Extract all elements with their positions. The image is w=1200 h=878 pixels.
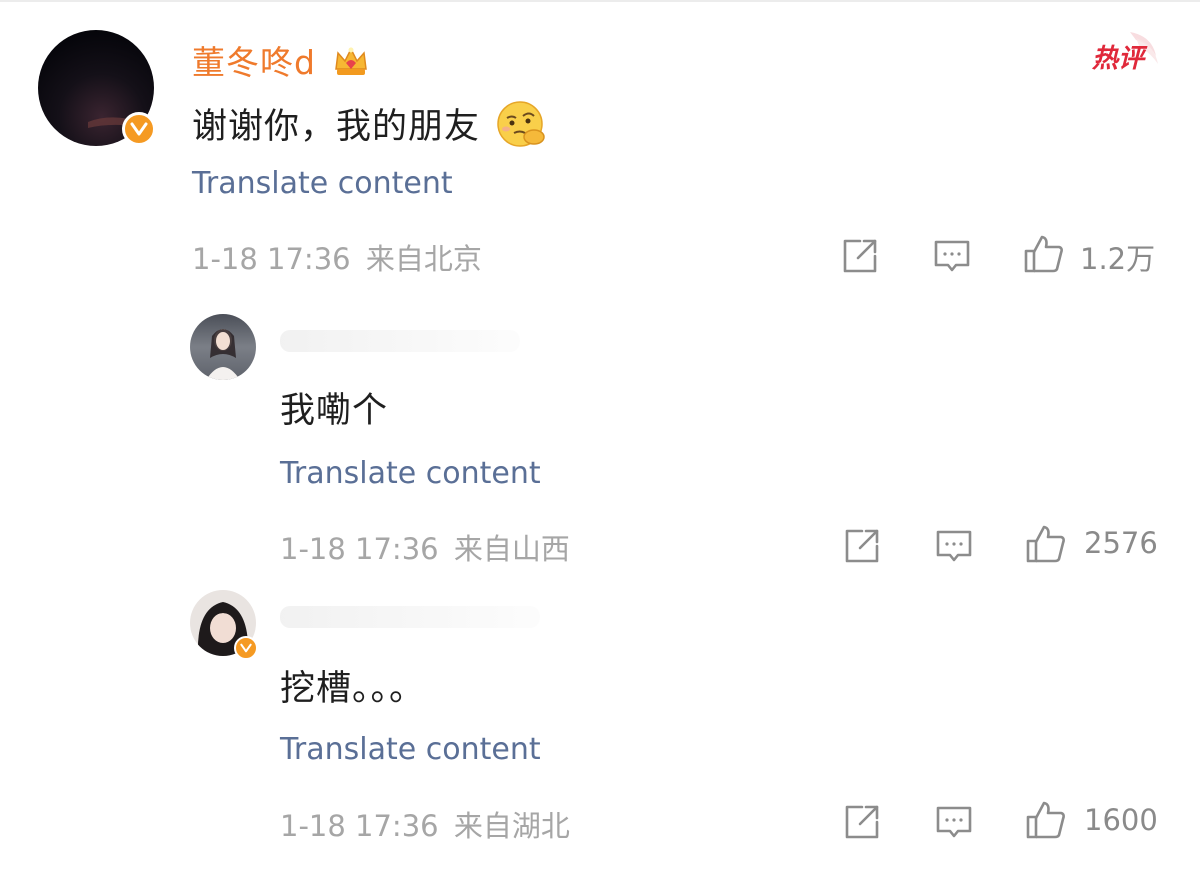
- avatar-image: [190, 314, 256, 380]
- share-icon[interactable]: [840, 800, 884, 844]
- comment-meta: 1-18 17:36 来自山西: [280, 526, 570, 568]
- like-count: 1600: [1084, 803, 1158, 837]
- crown-icon: [331, 41, 371, 89]
- like-count: 2576: [1084, 526, 1158, 560]
- translate-link[interactable]: Translate content: [280, 732, 541, 767]
- reply-text: 挖槽。。。: [280, 669, 426, 709]
- like-icon[interactable]: [1024, 798, 1068, 842]
- reply-username-blurred: [280, 330, 520, 352]
- comment-time: 1-18 17:36: [280, 532, 439, 566]
- avatar-scene: [206, 329, 240, 380]
- comment-time: 1-18 17:36: [192, 242, 351, 276]
- like-icon[interactable]: [1022, 232, 1066, 276]
- comment-icon[interactable]: [932, 800, 976, 844]
- comment-location: 来自湖北: [453, 809, 570, 843]
- top-divider: [0, 0, 1200, 2]
- reply-avatar[interactable]: [190, 590, 258, 660]
- share-icon[interactable]: [838, 234, 882, 278]
- comment-icon[interactable]: [932, 524, 976, 568]
- comment-meta: 1-18 17:36 来自北京: [192, 236, 482, 278]
- comment-time: 1-18 17:36: [280, 809, 439, 843]
- comment-icon[interactable]: [930, 234, 974, 278]
- main-comment-text: 谢谢你，我的朋友: [192, 98, 548, 158]
- like-icon[interactable]: [1024, 522, 1068, 566]
- hot-comment-badge: 热评: [1090, 30, 1162, 74]
- hot-badge-label: 热评: [1092, 44, 1145, 74]
- reply-avatar[interactable]: [190, 314, 256, 380]
- translate-link[interactable]: Translate content: [280, 456, 541, 491]
- main-commenter-name[interactable]: 董冬咚d: [192, 36, 371, 89]
- like-count: 1.2万: [1080, 242, 1156, 276]
- share-icon[interactable]: [840, 524, 884, 568]
- verified-icon: [234, 636, 258, 660]
- reply-text: 我嘞个: [280, 391, 389, 431]
- verified-icon: [122, 112, 156, 146]
- comment-body: 谢谢你，我的朋友: [192, 107, 481, 147]
- username-text[interactable]: 董冬咚d: [192, 43, 316, 82]
- comment-location: 来自山西: [453, 532, 570, 566]
- emoji-pensive-icon: [494, 99, 548, 158]
- reply-username-blurred: [280, 606, 540, 628]
- comment-location: 来自北京: [365, 242, 482, 276]
- translate-link[interactable]: Translate content: [192, 166, 453, 201]
- comment-meta: 1-18 17:36 来自湖北: [280, 803, 570, 845]
- main-commenter-avatar[interactable]: [38, 30, 156, 146]
